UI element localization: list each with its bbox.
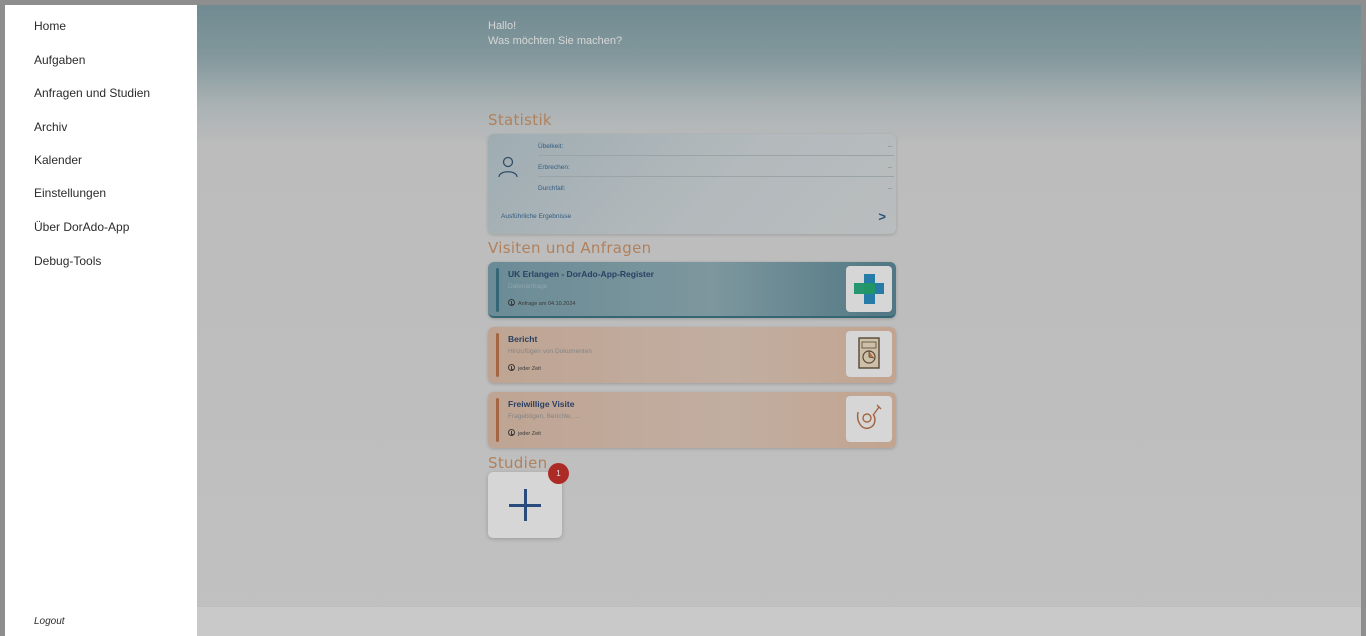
drawer-item-kalender[interactable]: Kalender — [34, 153, 82, 167]
drawer-item-archiv[interactable]: Archiv — [34, 120, 67, 134]
window-frame-top — [0, 0, 1366, 5]
drawer-item-home[interactable]: Home — [34, 19, 66, 33]
drawer-item-anfragen-und-studien[interactable]: Anfragen und Studien — [34, 86, 150, 100]
drawer-item-ueber-dorado-app[interactable]: Über DorAdo-App — [34, 220, 129, 234]
navigation-drawer: Home Aufgaben Anfragen und Studien Archi… — [5, 5, 197, 636]
drawer-item-aufgaben[interactable]: Aufgaben — [34, 53, 85, 67]
logout-link[interactable]: Logout — [34, 616, 65, 627]
drawer-item-debug-tools[interactable]: Debug-Tools — [34, 254, 101, 268]
window-frame-right — [1361, 0, 1366, 636]
bottom-bar — [197, 606, 1361, 636]
drawer-item-einstellungen[interactable]: Einstellungen — [34, 186, 106, 200]
drawer-scrim[interactable] — [197, 5, 1361, 636]
